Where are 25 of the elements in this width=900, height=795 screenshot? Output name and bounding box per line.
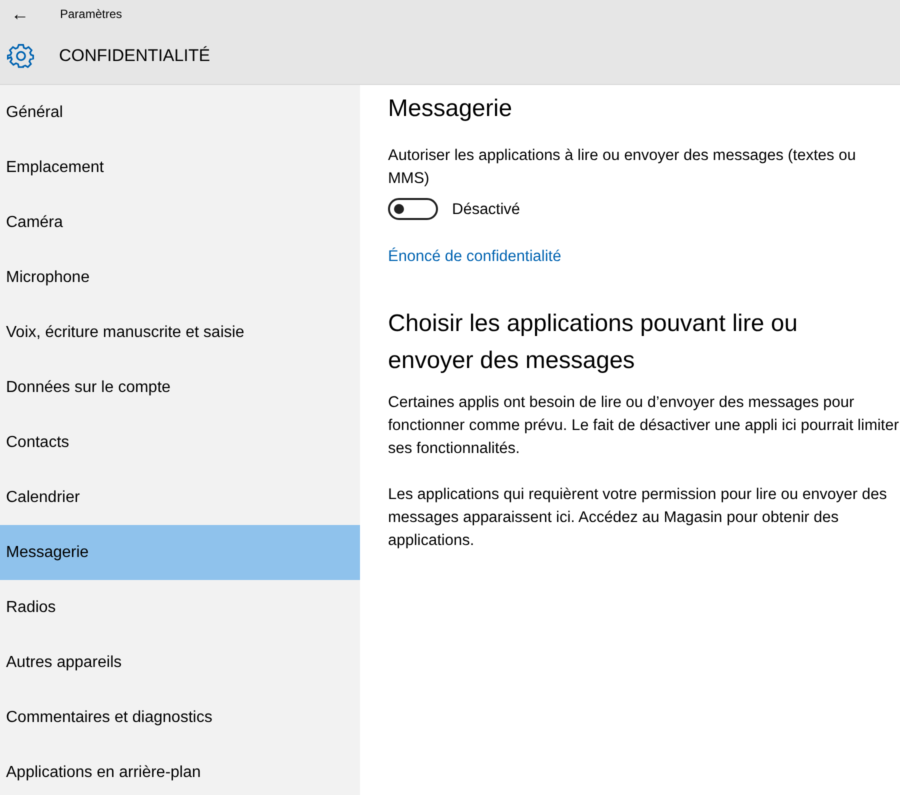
- sidebar-item[interactable]: Messagerie: [0, 525, 360, 580]
- sidebar-item[interactable]: Général: [0, 85, 360, 140]
- sidebar-item[interactable]: Données sur le compte: [0, 360, 360, 415]
- section-heading: Messagerie: [388, 95, 514, 124]
- back-button[interactable]: ←: [0, 0, 40, 27]
- sidebar-item[interactable]: Radios: [0, 580, 360, 635]
- sidebar-item[interactable]: Contacts: [0, 415, 360, 470]
- sidebar-item[interactable]: Commentaires et diagnostics: [0, 690, 360, 745]
- paragraph: Les applications qui requièrent votre permission pour lire ou envoyer des messages apparaissent ici. Accédez au Magasin pour obtenir des applications.: [388, 485, 888, 552]
- setting-description: Autoriser les applications à lire ou envoyer des messages (textes ou MMS): [388, 146, 857, 189]
- window-title: Paramètres: [60, 6, 122, 22]
- toggle-switch[interactable]: [388, 198, 438, 220]
- page-title: CONFIDENTIALITÉ: [59, 44, 210, 67]
- sidebar-item[interactable]: Applications en arrière-plan: [0, 745, 360, 795]
- sidebar-item[interactable]: Microphone: [0, 250, 360, 305]
- toggle-state-label: Désactivé: [452, 200, 520, 220]
- sidebar-item[interactable]: Voix, écriture manuscrite et saisie: [0, 305, 360, 360]
- sidebar-item[interactable]: Calendrier: [0, 470, 360, 525]
- sidebar-item[interactable]: Caméra: [0, 195, 360, 250]
- settings-icon: [7, 42, 35, 70]
- paragraph: Certaines applis ont besoin de lire ou d’envoyer des messages pour fonctionner comme prévu. Le fait de désactiver une appli ici pourrait limiter ses fonctionnalités.: [388, 393, 900, 460]
- section-heading: Choisir les applications pouvant lire ou envoyer des messages: [388, 309, 799, 376]
- privacy-link[interactable]: Énoncé de confidentialité: [388, 248, 562, 266]
- sidebar-item[interactable]: Autres appareils: [0, 635, 360, 690]
- sidebar-item[interactable]: Emplacement: [0, 140, 360, 195]
